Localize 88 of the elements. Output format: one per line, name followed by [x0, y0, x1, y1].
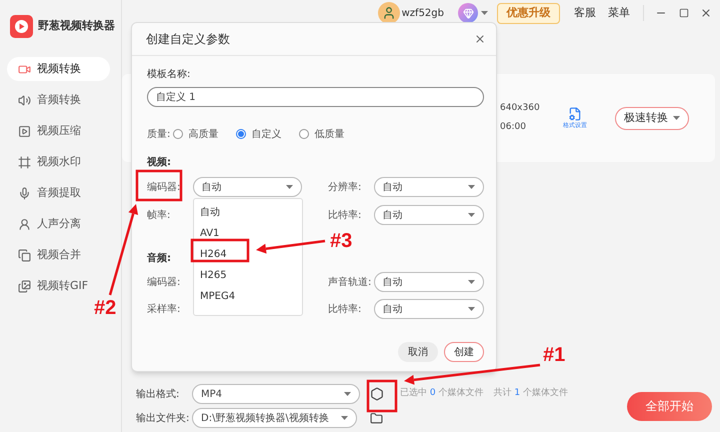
folder-icon[interactable] [370, 412, 383, 424]
template-name-field[interactable]: 自定义 1 [147, 87, 484, 107]
total-status: 共计 1 个媒体文件 [493, 387, 568, 400]
caret-icon [468, 185, 475, 189]
cancel-button[interactable]: 取消 [398, 342, 438, 362]
dropdown-field[interactable]: MP4 [192, 384, 360, 404]
dropdown-field[interactable]: 自动 [374, 177, 484, 197]
selection-status: 已选中 0 个媒体文件 [400, 387, 484, 400]
dropdown-option[interactable]: H264 [194, 244, 302, 265]
dropdown-field[interactable]: 自动 [192, 177, 302, 197]
field-label: 编码器: [147, 276, 182, 290]
field-label: 比特率: [328, 302, 362, 316]
field-label: 分辨率: [328, 180, 362, 194]
annotation-label: #1 [543, 344, 566, 366]
annotation-label: #3 [330, 230, 352, 252]
folder-field[interactable]: D:\野葱视频转换器\视频转换 [192, 408, 357, 428]
sidebar-item[interactable]: 视频合并 [7, 243, 110, 267]
copy-icon [18, 248, 31, 262]
sidebar-item[interactable]: 视频水印 [7, 150, 110, 174]
highlight-frame [366, 380, 398, 412]
dialog-title: 创建自定义参数 [146, 31, 230, 48]
dropdown-option[interactable]: AV1 [194, 223, 302, 244]
sidebar-item[interactable]: 音频提取 [7, 181, 110, 205]
sidebar-item[interactable]: 人声分离 [7, 212, 110, 236]
caret-icon [481, 11, 488, 15]
resolution-text: 640x360 [500, 102, 541, 115]
image-icon [18, 280, 31, 292]
maximize-icon[interactable] [679, 8, 689, 18]
convert-button[interactable]: 极速转换 [615, 106, 689, 130]
caret-icon [673, 116, 680, 120]
video-icon [18, 62, 31, 76]
field-label: 比特率: [328, 208, 362, 222]
radio-button[interactable] [299, 129, 310, 139]
highlight-frame [190, 238, 250, 262]
radio-option[interactable]: 低质量 [299, 126, 344, 142]
menu-link[interactable]: 菜单 [608, 4, 630, 22]
caret-icon [468, 307, 475, 311]
sidebar-item[interactable]: 视频转GIF [7, 274, 110, 298]
arrow [256, 240, 326, 254]
radio-option[interactable]: 自定义 [236, 126, 282, 142]
field-label: 编码器: [147, 180, 182, 194]
close-icon[interactable] [700, 7, 712, 19]
speaker-icon [18, 94, 31, 106]
microphone-icon [18, 186, 31, 200]
annotation-label: #2 [94, 297, 116, 319]
gem-icon [462, 8, 474, 18]
caret-icon [286, 185, 293, 189]
frame-icon [18, 156, 31, 168]
app-name: 野葱视频转换器 [38, 18, 115, 34]
logo-icon [10, 14, 33, 38]
radio-button[interactable] [173, 129, 184, 139]
settings-icon[interactable] [370, 387, 384, 401]
section-heading: 视频: [147, 156, 171, 170]
close-icon[interactable] [474, 33, 486, 45]
dropdown-field[interactable]: 自动 [374, 299, 484, 319]
menu-link[interactable]: 客服 [574, 4, 596, 22]
dropdown-field[interactable]: 自动 [374, 205, 484, 225]
dropdown-field[interactable]: 自动 [374, 272, 484, 292]
dropdown-option[interactable]: 自动 [194, 202, 302, 223]
play-icon [18, 124, 31, 138]
field-label: 声音轨道: [328, 276, 372, 290]
caret-icon [344, 392, 351, 396]
field-label: 质量: [147, 128, 170, 142]
section-heading: 音频: [147, 252, 171, 266]
sidebar-item[interactable]: 音频转换 [7, 88, 110, 112]
file-settings-icon [568, 106, 582, 120]
radio-option[interactable]: 高质量 [173, 126, 218, 142]
field-label: 模板名称: [147, 68, 190, 82]
avatar[interactable] [378, 2, 400, 24]
highlight-frame [136, 170, 182, 202]
caret-icon [341, 416, 348, 420]
person-icon [382, 6, 396, 20]
username: wzf52gb [402, 6, 444, 20]
duration-text: 06:00 [500, 120, 527, 134]
radio-button[interactable] [236, 129, 246, 139]
field-label: 采样率: [147, 302, 182, 316]
sidebar-item[interactable]: 视频压缩 [7, 119, 110, 143]
field-label: 输出格式: [136, 388, 180, 402]
dropdown-option[interactable]: MPEG4 [194, 286, 302, 307]
dropdown-option[interactable]: H265 [194, 265, 302, 286]
caret-icon [468, 213, 475, 217]
create-button[interactable]: 创建 [444, 342, 484, 362]
sidebar-item[interactable]: 视频转换 [7, 57, 110, 81]
caret-icon [468, 280, 475, 284]
person-icon [18, 218, 31, 230]
vip-badge[interactable] [458, 3, 478, 23]
field-label: 帧率: [147, 208, 172, 222]
field-label: 输出文件夹: [136, 412, 190, 426]
